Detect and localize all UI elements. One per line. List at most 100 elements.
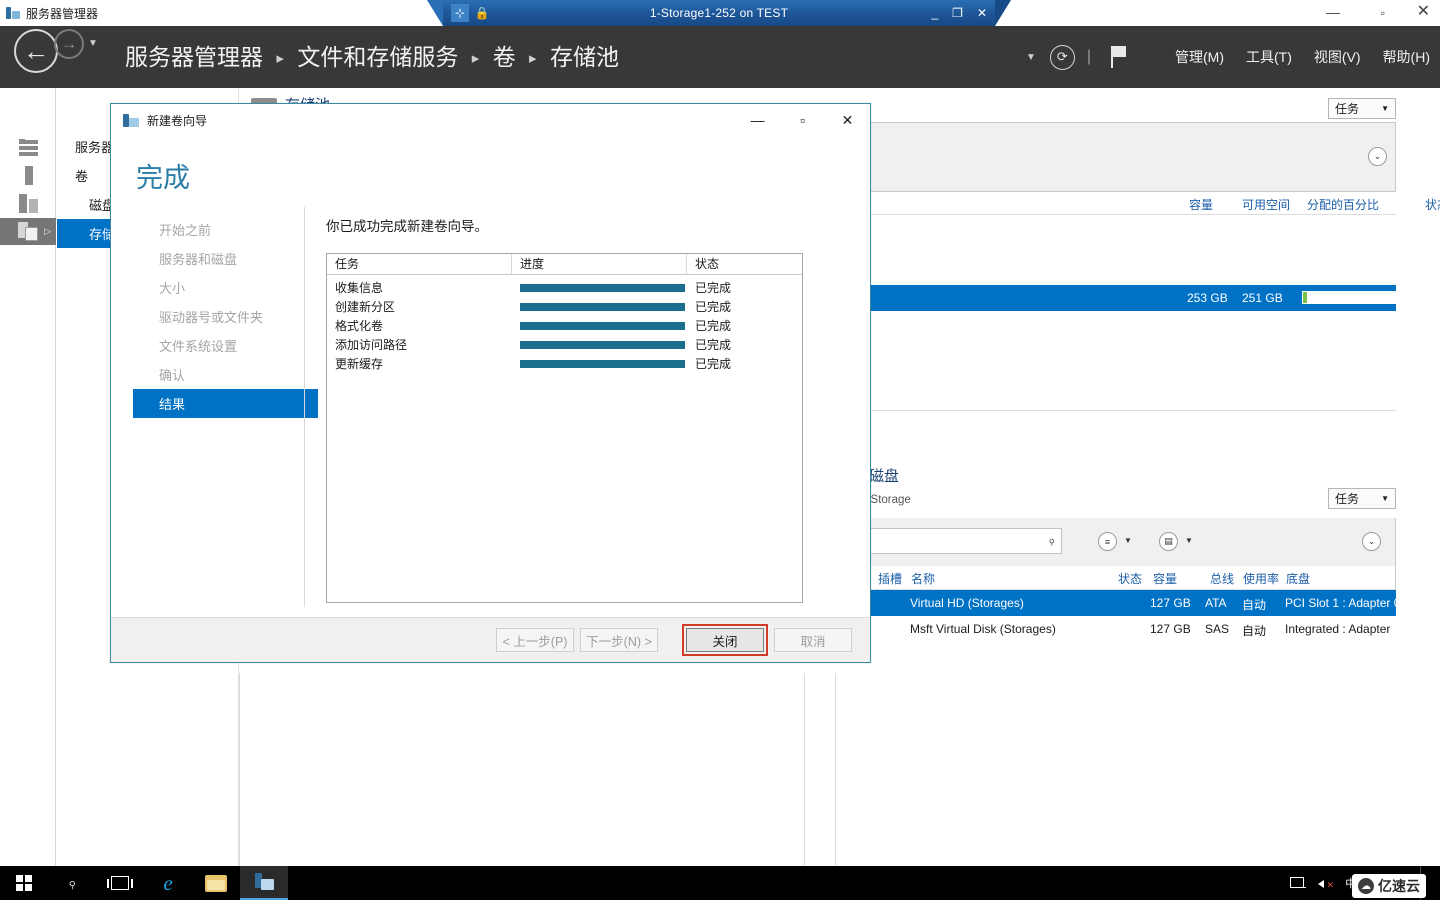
network-icon xyxy=(1290,876,1307,890)
close-button[interactable]: 关闭 xyxy=(686,628,764,652)
refresh-icon[interactable]: ⟳ xyxy=(1049,44,1075,70)
breadcrumb-item-3[interactable]: 存储池 xyxy=(550,44,619,70)
column-bus[interactable]: 总线 xyxy=(1210,570,1234,587)
taskbar-internet-explorer[interactable]: e xyxy=(144,866,192,900)
disk-capacity: 127 GB xyxy=(1150,596,1191,610)
host-app-label: 服务器管理器 xyxy=(26,6,99,21)
column-capacity[interactable]: 容量 xyxy=(1153,570,1177,587)
host-maximize-button[interactable]: ▫ xyxy=(1381,2,1385,24)
chevron-down-icon[interactable]: ▼ xyxy=(1124,536,1132,545)
wizard-step-drive-letter[interactable]: 驱动器号或文件夹 xyxy=(133,302,318,331)
tray-volume-button[interactable]: ✕ xyxy=(1318,877,1334,890)
vm-restore-button[interactable]: ❐ xyxy=(952,0,963,26)
wizard-step-before-you-begin[interactable]: 开始之前 xyxy=(133,215,318,244)
rail-item-servers[interactable] xyxy=(0,162,56,189)
forward-arrow-icon[interactable]: → xyxy=(54,29,84,59)
dialog-maximize-button[interactable]: ▫ xyxy=(780,105,825,136)
file-explorer-icon xyxy=(205,874,227,892)
dialog-title: 新建卷向导 xyxy=(147,113,208,128)
results-table-row: 添加访问路径 已完成 xyxy=(327,335,802,354)
pool-allocation-bar xyxy=(1302,291,1426,304)
wizard-steps-nav: 开始之前 服务器和磁盘 大小 驱动器号或文件夹 文件系统设置 确认 结果 xyxy=(133,215,318,418)
column-free-space[interactable]: 可用空间 xyxy=(1242,196,1290,213)
chevron-down-icon[interactable]: ⌄ xyxy=(1368,147,1387,166)
storage-pools-tasks-button[interactable]: 任务 ▼ xyxy=(1328,98,1396,119)
rail-item-storage-pools[interactable]: ▷ xyxy=(0,218,56,245)
server-manager-icon xyxy=(6,6,20,20)
column-allocated-percent[interactable]: 分配的百分比 xyxy=(1307,196,1379,213)
taskbar-server-manager[interactable] xyxy=(240,866,288,900)
expand-icon[interactable]: ▷ xyxy=(44,226,51,237)
column-status[interactable]: 状态 xyxy=(1425,196,1440,213)
breadcrumb-item-1[interactable]: 文件和存储服务 xyxy=(297,44,458,70)
save-icon[interactable]: ▤ xyxy=(1159,532,1178,551)
search-icon[interactable]: ⌕ xyxy=(1043,533,1059,549)
wizard-step-results[interactable]: 结果 xyxy=(133,389,318,418)
chevron-down-icon[interactable]: ▼ xyxy=(88,38,98,49)
chevron-down-icon[interactable]: ▼ xyxy=(1185,536,1193,545)
back-arrow-icon[interactable]: ← xyxy=(14,29,58,73)
volume-muted-icon: ✕ xyxy=(1318,877,1334,890)
disk-bus: SAS xyxy=(1205,622,1230,636)
dialog-minimize-button[interactable]: — xyxy=(735,105,780,136)
disk-usage: 自动 xyxy=(1242,624,1267,638)
progress-bar xyxy=(520,340,685,349)
dialog-window-controls: — ▫ ✕ xyxy=(735,105,870,136)
chevron-down-icon[interactable]: ⌄ xyxy=(1362,532,1381,551)
results-column-task[interactable]: 任务 xyxy=(327,254,512,274)
host-minimize-button[interactable]: — xyxy=(1326,2,1340,22)
task-view-button[interactable] xyxy=(96,866,144,900)
rail-item-volumes[interactable] xyxy=(0,190,56,217)
disk-name: Virtual HD (Storages) xyxy=(910,596,1024,610)
header-chevron-down-icon[interactable]: ▼ xyxy=(1026,52,1036,63)
wizard-step-server-and-disk[interactable]: 服务器和磁盘 xyxy=(133,244,318,273)
vm-close-button[interactable]: ✕ xyxy=(977,0,987,26)
menu-view[interactable]: 视图(V) xyxy=(1314,47,1361,67)
filter-list-icon[interactable]: ≡ xyxy=(1098,532,1117,551)
rail-item-dashboard[interactable] xyxy=(0,134,56,161)
column-chassis[interactable]: 底盘 xyxy=(1286,570,1310,587)
results-table: 任务 进度 状态 收集信息 已完成 创建新分区 已完成 格式化卷 已完成 添加访… xyxy=(326,253,803,603)
vm-minimize-button[interactable]: _ xyxy=(931,0,938,26)
column-slot[interactable]: 插槽 xyxy=(878,570,902,587)
taskbar: ⌕ e ✕ 中 21:31 20 xyxy=(0,866,1440,900)
dialog-close-button[interactable]: ✕ xyxy=(825,105,870,136)
wizard-step-size[interactable]: 大小 xyxy=(133,273,318,302)
taskbar-file-explorer[interactable] xyxy=(192,866,240,900)
vm-window-titlebar: ⊹ 🔒 1-Storage1-252 on TEST _ ❐ ✕ xyxy=(427,0,1011,26)
menu-manage[interactable]: 管理(M) xyxy=(1175,47,1224,67)
close-button-focus-ring: 关闭 xyxy=(682,624,768,656)
physical-disks-tasks-button[interactable]: 任务 ▼ xyxy=(1328,488,1396,509)
menu-tools[interactable]: 工具(T) xyxy=(1246,47,1292,67)
result-status: 已完成 xyxy=(695,300,732,314)
column-capacity[interactable]: 容量 xyxy=(1189,196,1213,213)
breadcrumb-separator: ▸ xyxy=(529,50,537,67)
host-close-button[interactable]: ✕ xyxy=(1417,2,1430,22)
menu-help[interactable]: 帮助(H) xyxy=(1383,47,1430,67)
next-button[interactable]: 下一步(N) > xyxy=(580,628,658,652)
result-task: 创建新分区 xyxy=(335,300,396,314)
flag-icon[interactable] xyxy=(1107,44,1133,70)
results-column-progress[interactable]: 进度 xyxy=(512,254,687,274)
vm-window-controls: _ ❐ ✕ xyxy=(931,0,987,26)
wizard-nav-divider xyxy=(304,207,305,607)
results-column-status[interactable]: 状态 xyxy=(687,254,802,274)
start-button[interactable] xyxy=(0,866,48,900)
tray-network-button[interactable] xyxy=(1290,876,1307,890)
wizard-lead-text: 你已成功完成新建卷向导。 xyxy=(326,219,488,234)
results-table-row: 收集信息 已完成 xyxy=(327,278,802,297)
column-status[interactable]: 状态 xyxy=(1118,570,1142,587)
storage-pools-icon xyxy=(17,222,39,241)
wizard-step-confirmation[interactable]: 确认 xyxy=(133,360,318,389)
disk-usage: 自动 xyxy=(1242,598,1267,612)
result-status: 已完成 xyxy=(695,338,732,352)
column-name[interactable]: 名称 xyxy=(911,570,935,587)
breadcrumb-item-0[interactable]: 服务器管理器 xyxy=(125,44,263,70)
wizard-step-file-system[interactable]: 文件系统设置 xyxy=(133,331,318,360)
cancel-button[interactable]: 取消 xyxy=(774,628,852,652)
column-usage[interactable]: 使用率 xyxy=(1243,570,1279,587)
breadcrumb-item-2[interactable]: 卷 xyxy=(493,44,516,70)
previous-button[interactable]: < 上一步(P) xyxy=(496,628,574,652)
tasks-label: 任务 xyxy=(1335,492,1360,506)
taskbar-search-button[interactable]: ⌕ xyxy=(48,866,96,900)
